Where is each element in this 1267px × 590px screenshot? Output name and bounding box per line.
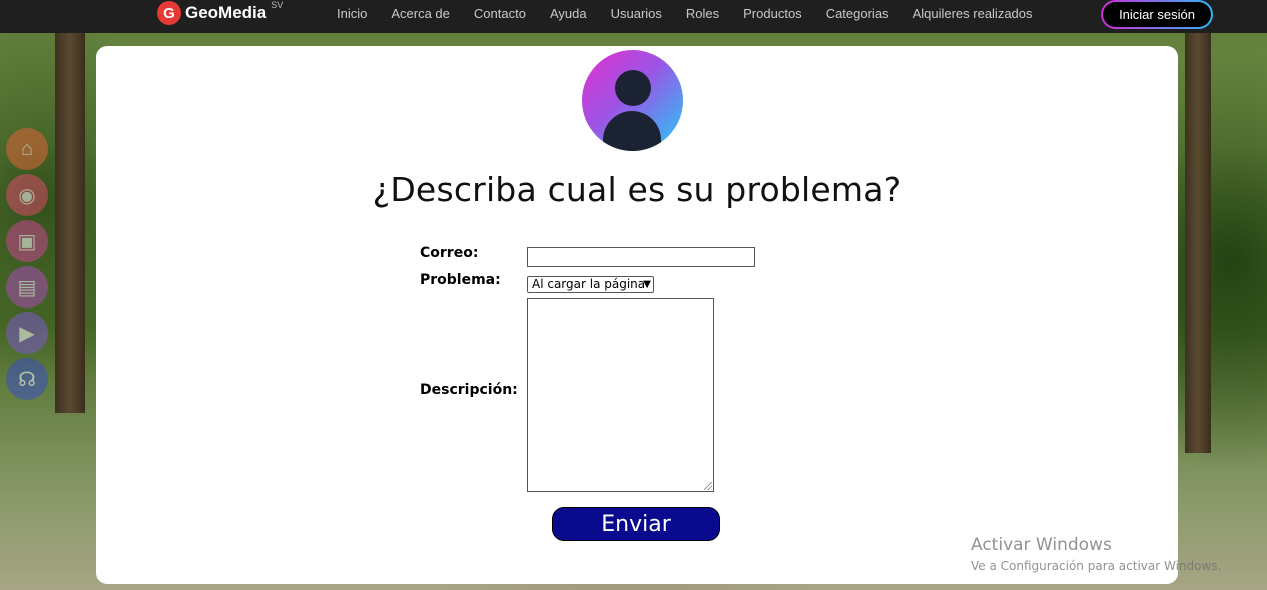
gallery-icon[interactable]: ▣ <box>6 220 48 262</box>
side-icon-bar: ⌂ ◉ ▣ ▤ ▶ ☊ <box>6 128 48 404</box>
problem-label: Problema: <box>420 272 501 288</box>
nav-link-inicio[interactable]: Inicio <box>337 6 367 21</box>
login-button[interactable]: Iniciar sesión <box>1101 0 1213 29</box>
nav-link-alquileres[interactable]: Alquileres realizados <box>913 6 1033 21</box>
brand-superscript: SV <box>271 0 284 10</box>
nav-link-ayuda[interactable]: Ayuda <box>550 6 587 21</box>
camera-icon[interactable]: ◉ <box>6 174 48 216</box>
nav-link-acerca-de[interactable]: Acerca de <box>391 6 450 21</box>
form-heading: ¿Describa cual es su problema? <box>372 170 902 209</box>
watermark-subtitle: Ve a Configuración para activar Windows. <box>971 559 1222 573</box>
email-field[interactable] <box>527 247 755 267</box>
nav-link-categorias[interactable]: Categorias <box>826 6 889 21</box>
nav-link-contacto[interactable]: Contacto <box>474 6 526 21</box>
problem-select[interactable]: Al cargar la página ▼ <box>527 276 654 293</box>
background-tree-trunk <box>1185 33 1211 453</box>
headphones-icon[interactable]: ☊ <box>6 358 48 400</box>
description-textarea[interactable] <box>527 298 714 492</box>
background-tree-trunk <box>55 33 85 413</box>
problem-select-value: Al cargar la página <box>532 277 646 291</box>
nav-link-productos[interactable]: Productos <box>743 6 802 21</box>
avatar-icon <box>582 50 683 151</box>
brand[interactable]: G GeoMedia SV <box>157 0 283 26</box>
nav-link-usuarios[interactable]: Usuarios <box>611 6 662 21</box>
windows-activation-watermark: Activar Windows Ve a Configuración para … <box>971 535 1221 573</box>
form-card: ¿Describa cual es su problema? Correo: P… <box>96 46 1178 584</box>
nav-links: Inicio Acerca de Contacto Ayuda Usuarios… <box>325 0 1045 27</box>
description-label: Descripción: <box>420 382 518 398</box>
top-navbar: G GeoMedia SV Inicio Acerca de Contacto … <box>0 0 1267 33</box>
avatar-body <box>603 111 661 151</box>
watermark-title: Activar Windows <box>971 535 1112 555</box>
brand-logo-icon: G <box>157 1 181 25</box>
email-label: Correo: <box>420 245 479 261</box>
video-icon[interactable]: ▶ <box>6 312 48 354</box>
chevron-down-icon: ▼ <box>643 279 651 290</box>
document-icon[interactable]: ▤ <box>6 266 48 308</box>
avatar-head <box>615 70 651 106</box>
nav-link-roles[interactable]: Roles <box>686 6 719 21</box>
home-icon[interactable]: ⌂ <box>6 128 48 170</box>
brand-name: GeoMedia <box>185 3 267 22</box>
resize-handle-icon[interactable] <box>704 482 712 490</box>
submit-button[interactable]: Enviar <box>552 507 720 541</box>
